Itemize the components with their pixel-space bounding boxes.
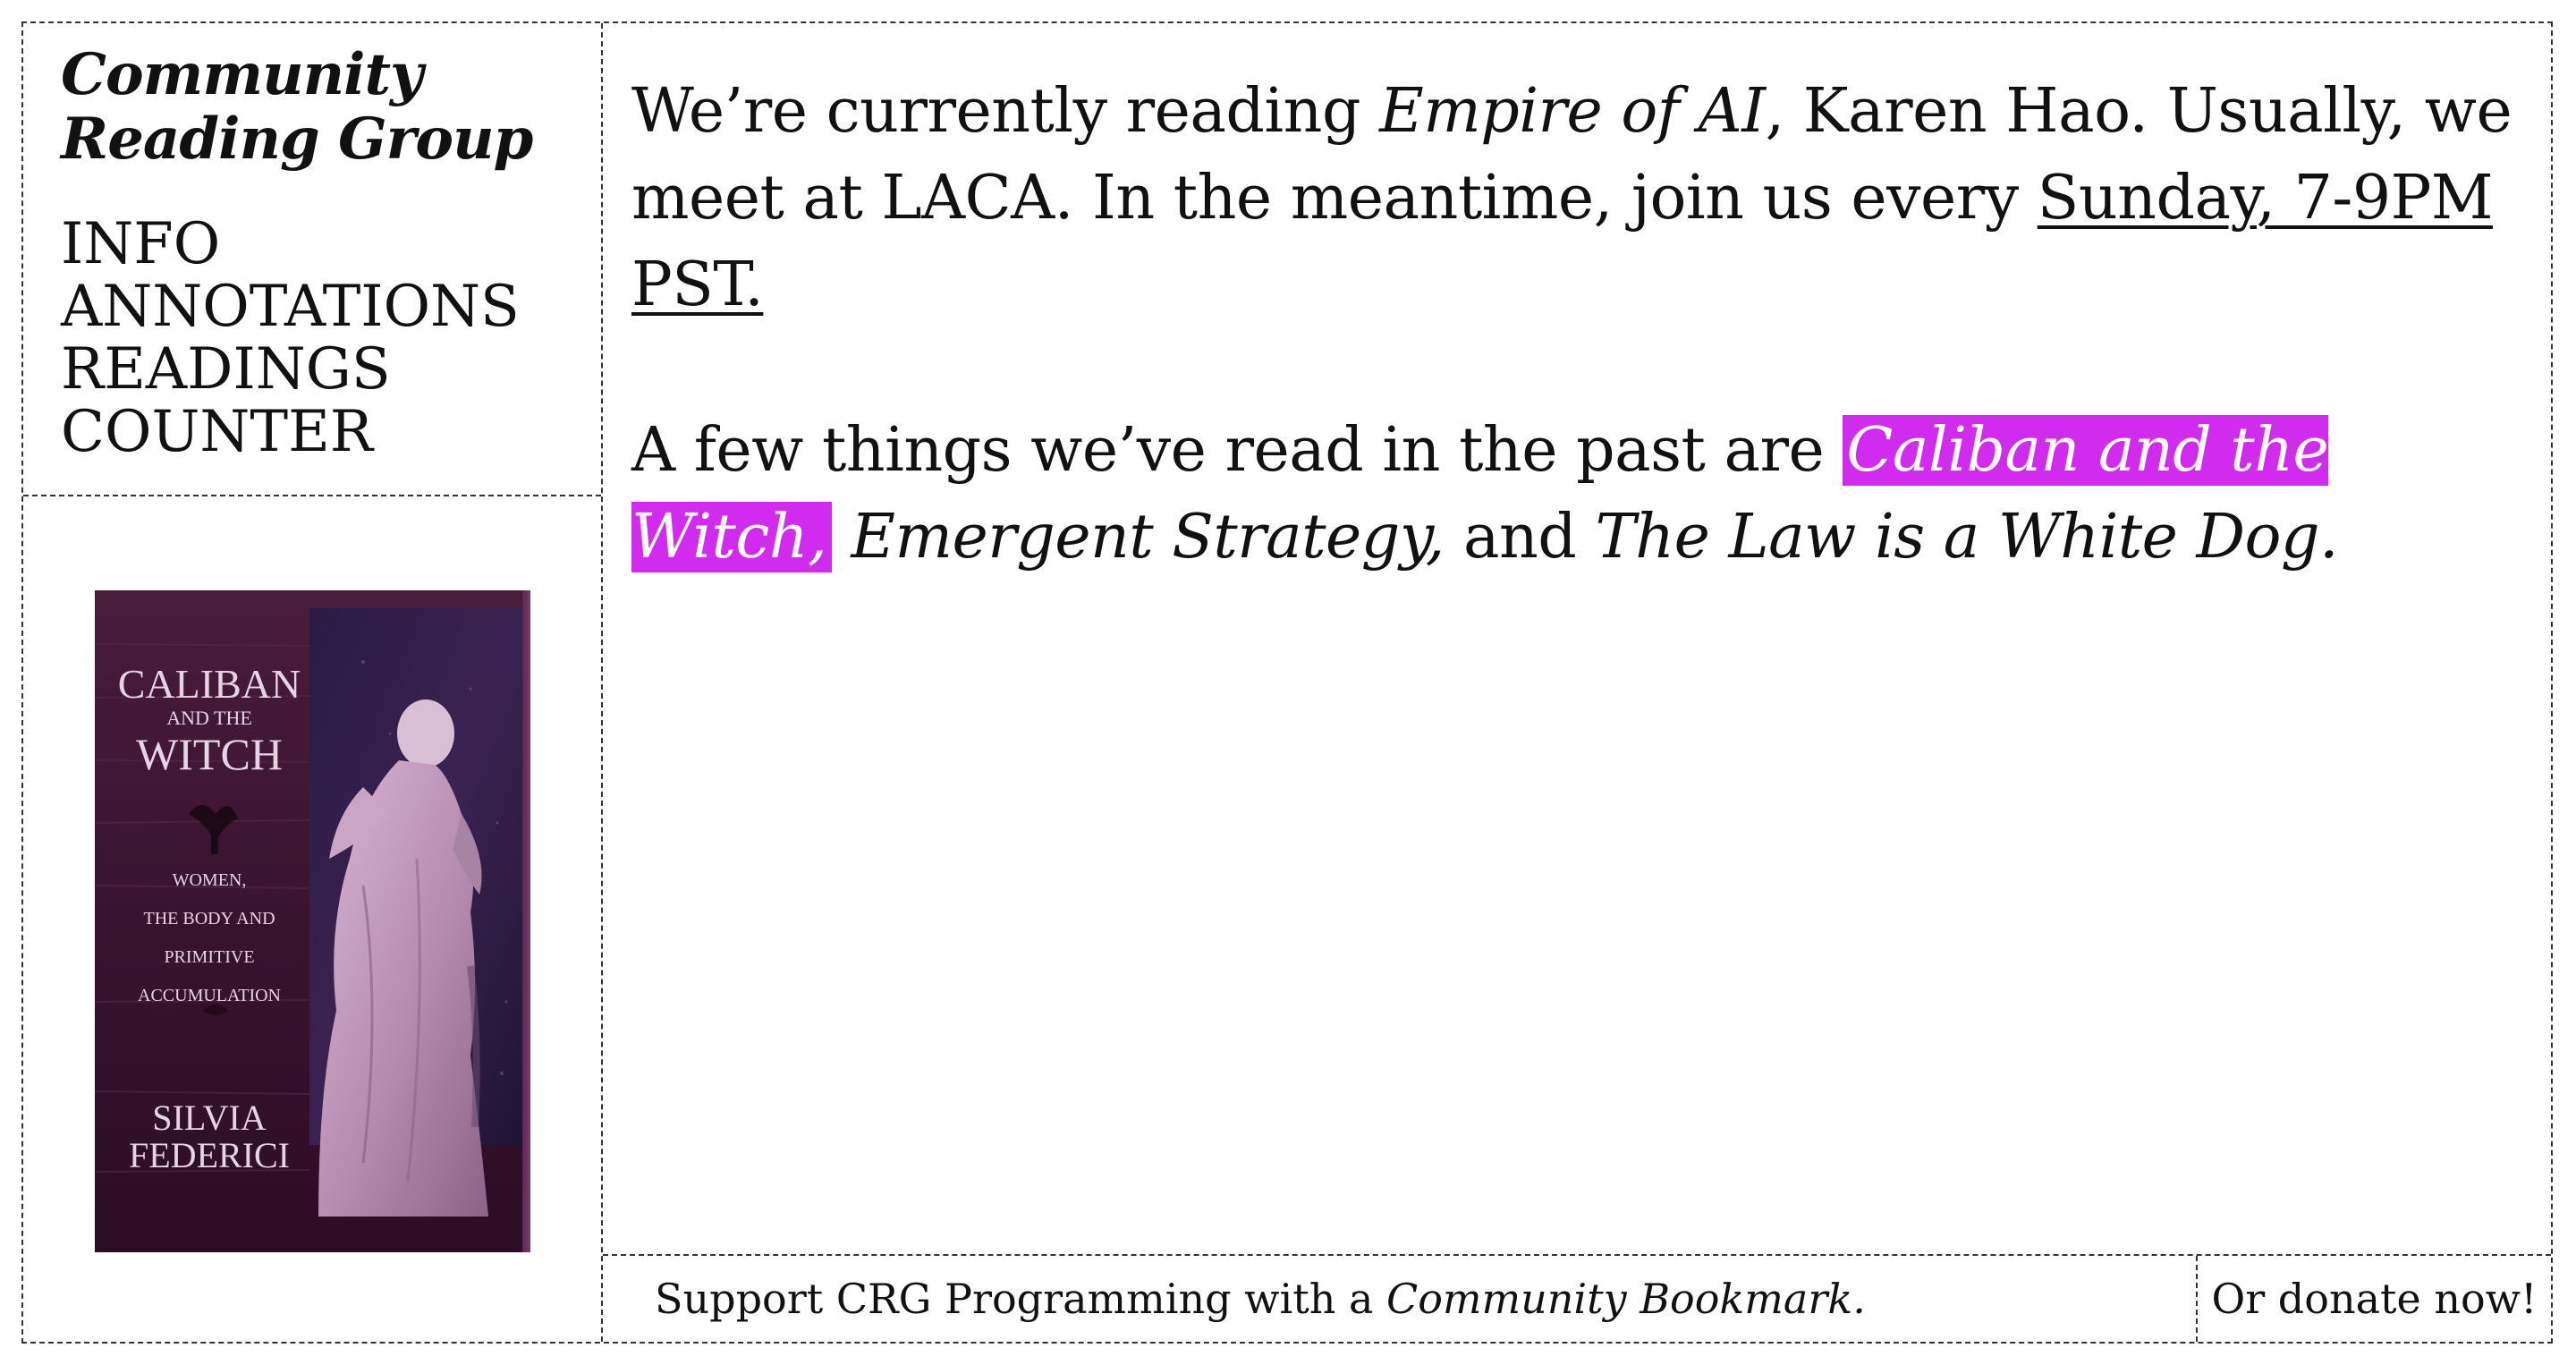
page-frame: Community Reading Group INFO ANNOTATIONS… [21,21,2553,1344]
cover-title-line-2: AND THE [166,707,252,729]
main-content: We’re currently reading Empire of AI, Ka… [631,68,2528,581]
site-title[interactable]: Community Reading Group [61,43,562,172]
sidebar: Community Reading Group INFO ANNOTATIONS… [23,23,603,1342]
intro-text-1: We’re currently reading [631,76,1380,147]
cover-subtitle-line-3: PRIMITIVE [164,947,254,967]
cover-subtitle-line-4: ACCUMULATION [138,986,281,1005]
past-text-3: and [1444,502,1596,572]
cover-title-line-3: WITCH [136,729,283,779]
nav-item-annotations[interactable]: ANNOTATIONS [61,276,520,338]
current-book-title: Empire of AI [1379,76,1766,147]
nav-item-counter[interactable]: COUNTER [61,401,373,463]
past-text-1: A few things we’ve read in the past are [631,415,1843,486]
donate-button[interactable]: Or donate now! [2198,1256,2551,1342]
past-book-law-white-dog[interactable]: The Law is a White Dog. [1595,502,2338,572]
site-title-line-1: Community [61,41,423,108]
support-text: Support CRG Programming with a [655,1275,1374,1323]
intro-paragraph: We’re currently reading Empire of AI, Ka… [631,68,2528,328]
footer: Support CRG Programming with a Community… [603,1254,2551,1342]
support-banner: Support CRG Programming with a Community… [603,1256,2198,1342]
cover-subtitle-line-1: WOMEN, [173,870,247,890]
nav-item-info[interactable]: INFO [61,213,220,276]
book-cover-image: CALIBAN AND THE WITCH WOMEN, THE BODY AN… [94,590,530,1252]
cover-subtitle-line-2: THE BODY AND [143,909,275,928]
past-readings-paragraph: A few things we’ve read in the past are … [631,407,2528,581]
book-cover[interactable]: CALIBAN AND THE WITCH WOMEN, THE BODY AN… [94,590,530,1252]
past-book-emergent-strategy[interactable]: Emergent Strategy, [851,502,1445,572]
cover-title-line-1: CALIBAN [118,661,301,707]
cover-author-line-2: FEDERICI [129,1135,290,1175]
nav-item-readings[interactable]: READINGS [61,338,391,401]
past-text-2 [832,502,851,572]
main-nav: INFO ANNOTATIONS READINGS COUNTER [61,213,601,463]
site-title-line-2: Reading Group [61,106,533,173]
cover-author-line-1: SILVIA [152,1098,267,1138]
brand-block: Community Reading Group INFO ANNOTATIONS… [23,23,601,496]
community-bookmark-link[interactable]: Community Bookmark. [1386,1275,1866,1323]
